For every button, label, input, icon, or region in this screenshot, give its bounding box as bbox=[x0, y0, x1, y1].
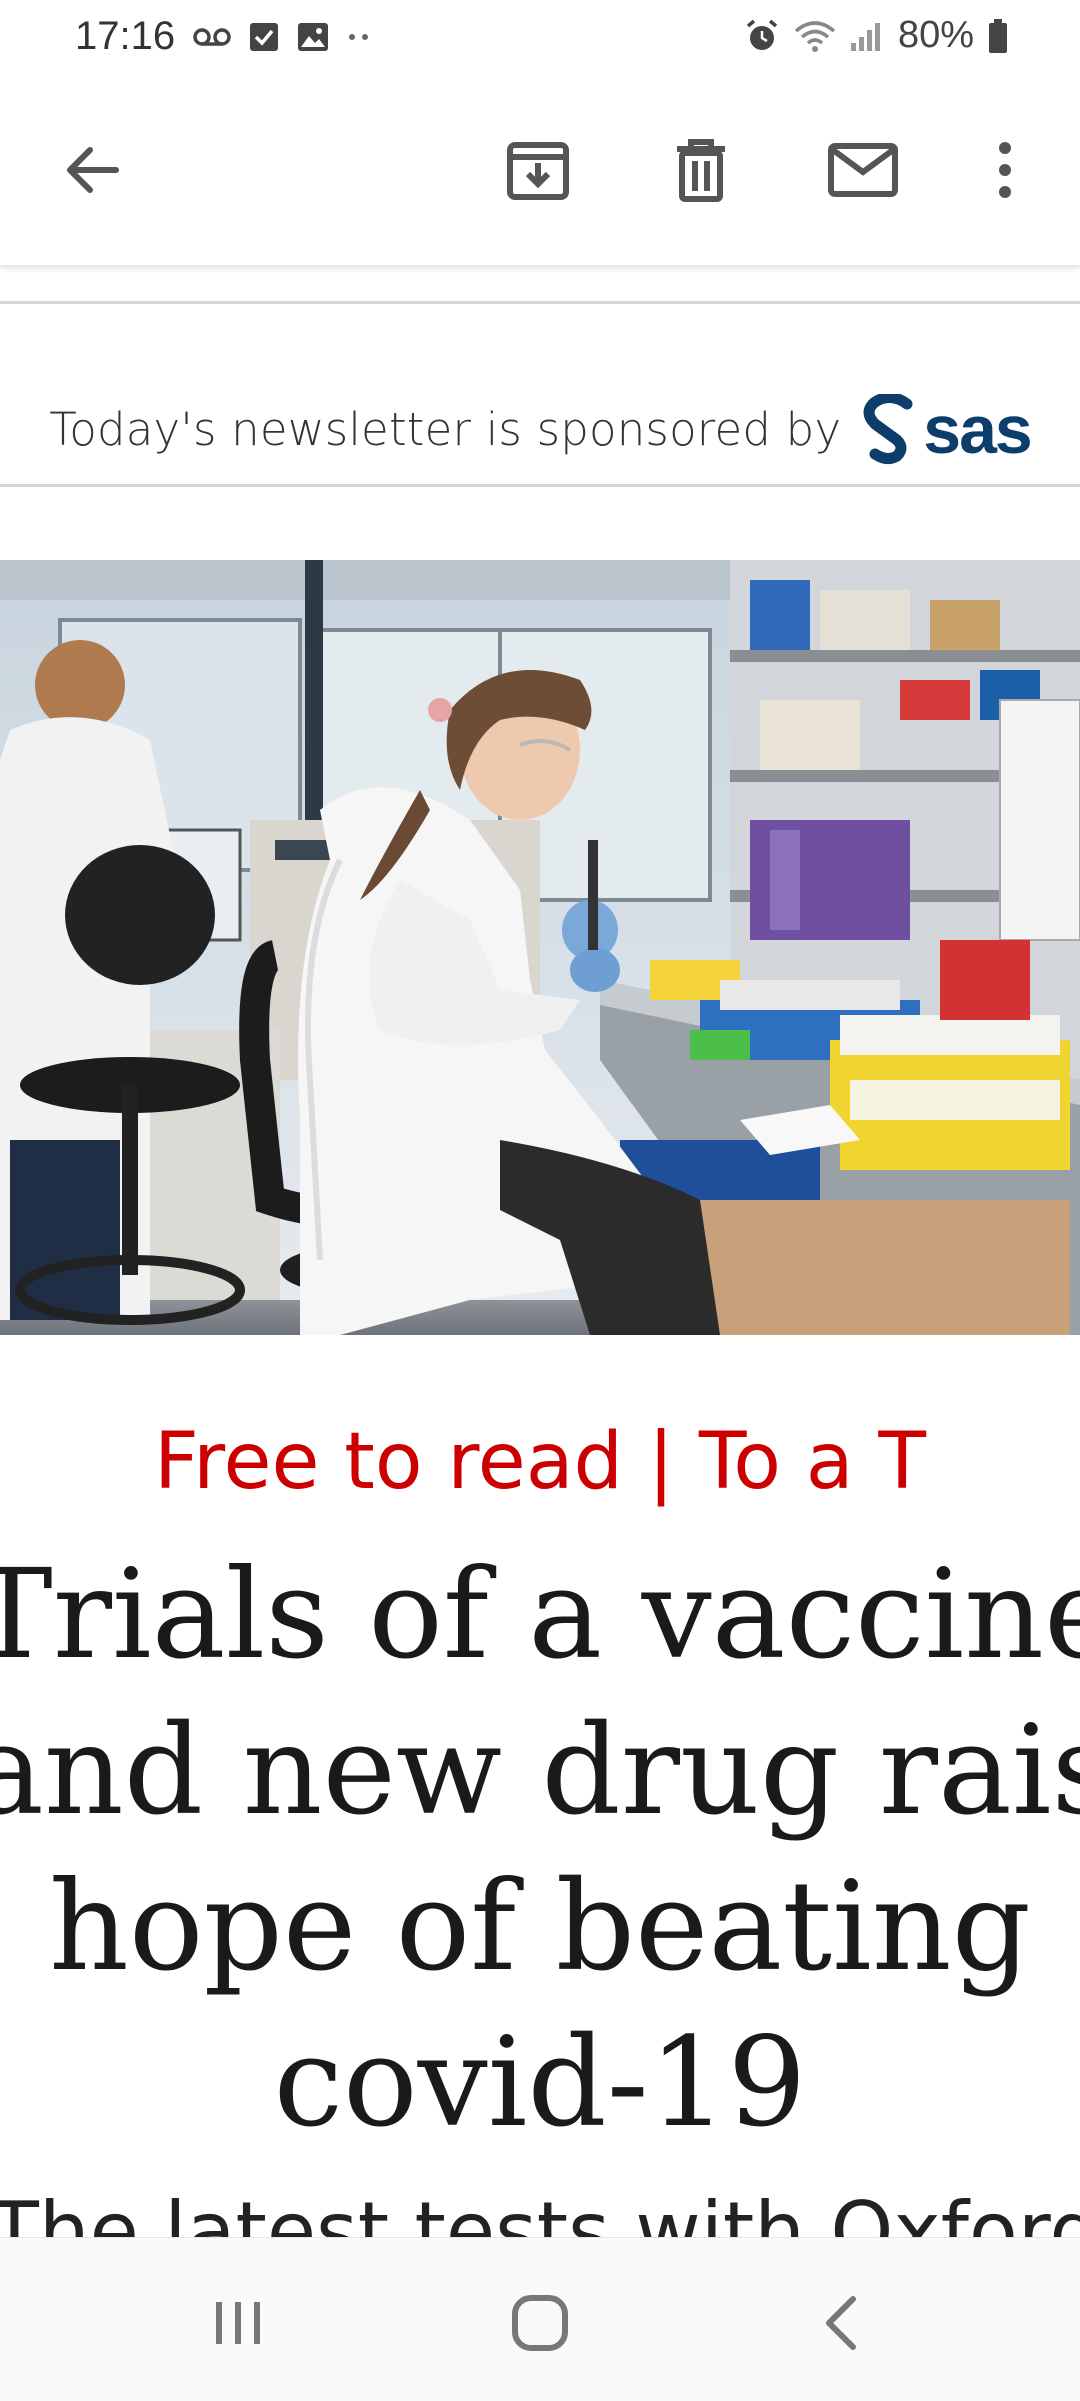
home-icon bbox=[512, 2295, 568, 2351]
archive-icon bbox=[507, 142, 569, 200]
home-button[interactable] bbox=[495, 2278, 585, 2368]
archive-button[interactable] bbox=[498, 130, 578, 210]
back-button[interactable] bbox=[52, 130, 132, 210]
nav-back-icon bbox=[826, 2296, 856, 2350]
battery-percentage: 80% bbox=[897, 14, 974, 56]
trash-icon bbox=[677, 139, 725, 202]
battery-icon bbox=[988, 18, 1008, 53]
nav-back-button[interactable] bbox=[797, 2278, 887, 2368]
clock: 17:16 bbox=[75, 14, 176, 58]
recents-icon bbox=[216, 2302, 260, 2344]
divider-top bbox=[0, 301, 1080, 304]
article-teaser: The latest tests with Oxford bbox=[0, 2185, 1080, 2237]
status-left: 17:16 bbox=[75, 14, 371, 59]
navigation-bar bbox=[0, 2237, 1080, 2401]
sponsor-banner[interactable]: Today's newsletter is sponsored by sas bbox=[0, 337, 1080, 522]
email-toolbar bbox=[0, 80, 1080, 267]
image-icon bbox=[297, 22, 329, 52]
delete-button[interactable] bbox=[661, 130, 741, 210]
headline-line: Trials of a vaccine bbox=[0, 1543, 1080, 1687]
sas-swoosh-icon bbox=[863, 393, 913, 464]
status-bar: 17:16 80% bbox=[0, 0, 1080, 80]
voicemail-icon bbox=[193, 25, 231, 49]
checkbox-icon bbox=[249, 22, 279, 52]
alarm-icon bbox=[744, 18, 780, 54]
back-arrow-icon bbox=[67, 147, 119, 193]
sponsor-text: Today's newsletter is sponsored by bbox=[49, 403, 842, 456]
status-right: 80% bbox=[744, 14, 1008, 57]
more-dots-icon bbox=[347, 32, 371, 42]
sas-logo[interactable]: sas bbox=[861, 391, 1033, 469]
headline-line: covid-19 bbox=[273, 2011, 807, 2155]
signal-icon bbox=[850, 21, 884, 51]
article-photo[interactable] bbox=[0, 560, 1080, 1335]
lab-photo-image bbox=[0, 560, 1080, 1335]
divider-bottom bbox=[0, 484, 1080, 487]
recents-button[interactable] bbox=[193, 2278, 283, 2368]
article-kicker[interactable]: Free to read | To a T bbox=[0, 1417, 1080, 1507]
sas-wordmark: sas bbox=[923, 391, 1032, 468]
article-headline[interactable]: Trials of a vaccine and new drug raise h… bbox=[0, 1537, 1080, 2161]
more-options-button[interactable] bbox=[965, 130, 1045, 210]
email-body[interactable]: Today's newsletter is sponsored by sas F… bbox=[0, 267, 1080, 2237]
headline-line: and new drug raise bbox=[0, 1699, 1080, 1843]
more-vert-icon bbox=[999, 142, 1011, 198]
wifi-icon bbox=[794, 19, 836, 53]
headline-line: hope of beating bbox=[48, 1855, 1032, 1999]
mail-icon bbox=[828, 143, 898, 197]
mark-unread-button[interactable] bbox=[823, 130, 903, 210]
